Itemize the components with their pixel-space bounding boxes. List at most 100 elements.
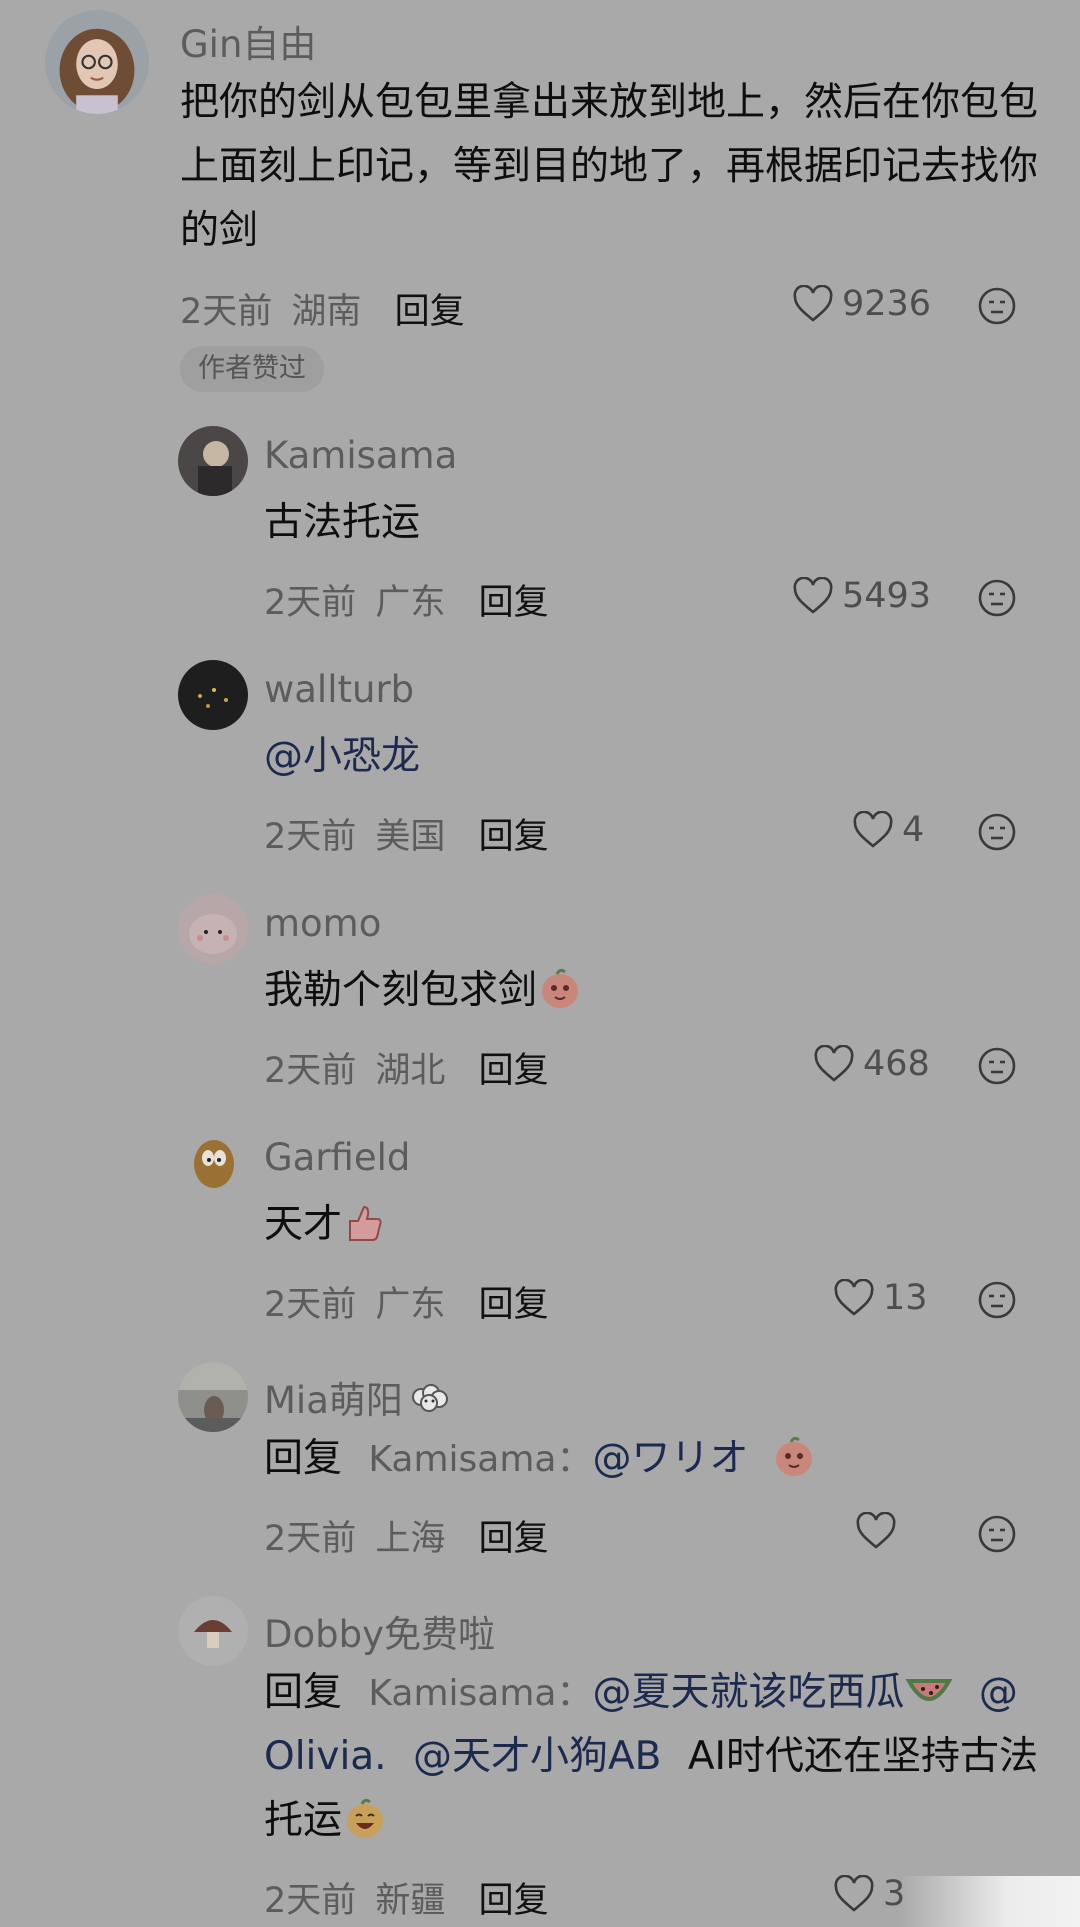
comment-text: 我勒个刻包求剑 [264, 968, 538, 1013]
meh-face-icon [978, 287, 1016, 325]
like-count: 468 [863, 1044, 930, 1084]
meh-face-icon [978, 1515, 1016, 1553]
comment-text-row: 回复 Kamisama：@夏天就该吃西瓜 @ [264, 1661, 1018, 1726]
comment-text: 把你的剑从包包里拿出来放到地上，然后在你包包上面刻上印记，等到目的地了，再根据印… [180, 80, 1039, 253]
timestamp: 2天前 [264, 583, 357, 623]
avatar[interactable] [45, 10, 149, 114]
like-count: 9236 [842, 284, 932, 324]
location: 广东 [375, 583, 446, 623]
like-button[interactable]: 468 [813, 1044, 930, 1084]
author-liked-badge: 作者赞过 [180, 346, 324, 392]
reply-button[interactable]: 回复 [479, 1881, 549, 1921]
mention-link[interactable]: @天才小狗AB [413, 1734, 661, 1779]
reply-target[interactable]: Kamisama： [368, 1439, 592, 1480]
location: 美国 [375, 817, 446, 857]
comment-text-row: 我勒个刻包求剑 [264, 959, 583, 1023]
meh-face-icon [978, 579, 1016, 617]
location: 上海 [375, 1519, 446, 1559]
reply-prefix: 回复 [264, 1436, 343, 1481]
location: 广东 [375, 1285, 446, 1325]
timestamp: 2天前 [180, 292, 273, 332]
comment-meta: 2天前 广东 回复 [264, 1276, 549, 1327]
thumbs-up-emoji-icon [349, 1205, 382, 1241]
comment-meta: 2天前 新疆 回复 [264, 1872, 549, 1923]
timestamp: 2天前 [264, 817, 357, 857]
peach-emoji-icon [542, 968, 579, 1008]
dislike-button[interactable] [977, 1514, 1017, 1554]
dislike-button[interactable] [977, 812, 1017, 852]
comment-text: 古法托运 [264, 500, 421, 545]
like-button[interactable] [855, 1512, 905, 1550]
comment-text: AI时代还在坚持古法 [687, 1734, 1039, 1779]
heart-outline-icon [856, 1512, 896, 1549]
avatar[interactable] [178, 894, 248, 964]
meh-face-icon [978, 1047, 1016, 1085]
like-button[interactable]: 5493 [792, 576, 931, 616]
username-text: Mia萌阳 [264, 1379, 403, 1422]
username[interactable]: Gin自由 [180, 14, 316, 68]
comment-meta: 2天前 湖北 回复 [264, 1042, 549, 1093]
reply-button[interactable]: 回复 [395, 292, 465, 332]
username[interactable]: Kamisama [264, 434, 457, 477]
timestamp: 2天前 [264, 1285, 357, 1325]
username[interactable]: momo [264, 902, 381, 945]
reply-prefix: 回复 [264, 1670, 343, 1715]
like-button[interactable]: 13 [833, 1278, 928, 1318]
comment-meta: 2天前 广东 回复 [264, 574, 549, 625]
comment-text-row: 回复 Kamisama：@ワリオ [264, 1427, 817, 1492]
avatar[interactable] [178, 660, 248, 730]
timestamp: 2天前 [264, 1519, 357, 1559]
avatar[interactable] [178, 1596, 248, 1666]
avatar[interactable] [178, 426, 248, 496]
avatar[interactable] [178, 1362, 248, 1432]
like-count: 5493 [842, 576, 932, 616]
reply-button[interactable]: 回复 [479, 1051, 549, 1091]
timestamp: 2天前 [264, 1881, 357, 1921]
username[interactable]: Mia萌阳 [264, 1370, 453, 1424]
reply-button[interactable]: 回复 [479, 817, 549, 857]
location: 新疆 [375, 1881, 446, 1921]
heart-outline-icon [793, 577, 833, 614]
username[interactable]: Dobby免费啦 [264, 1604, 495, 1658]
like-button[interactable]: 9236 [792, 284, 931, 324]
mention-link[interactable]: @ [979, 1670, 1018, 1715]
reply-button[interactable]: 回复 [479, 583, 549, 623]
mention-link[interactable]: Olivia. [264, 1734, 387, 1779]
comment-text: 托运 [264, 1798, 343, 1843]
comment-text-row: 天才 [264, 1193, 386, 1257]
comment-text-row-3: 托运 [264, 1789, 388, 1853]
like-button[interactable]: 3 [833, 1874, 905, 1914]
like-count: 4 [902, 810, 925, 850]
bottom-fade-overlay [900, 1876, 1080, 1927]
reply-target[interactable]: Kamisama： [368, 1673, 592, 1714]
location: 湖北 [375, 1051, 446, 1091]
heart-outline-icon [853, 811, 893, 848]
reply-button[interactable]: 回复 [479, 1285, 549, 1325]
dislike-button[interactable] [977, 1280, 1017, 1320]
dislike-button[interactable] [977, 286, 1017, 326]
mention-link[interactable]: @ワリオ [592, 1436, 748, 1481]
comment-meta: 2天前 湖南 回复 [180, 283, 465, 334]
meh-face-icon [978, 1281, 1016, 1319]
username[interactable]: wallturb [264, 668, 414, 711]
dislike-button[interactable] [977, 578, 1017, 618]
timestamp: 2天前 [264, 1051, 357, 1091]
comment-meta: 2天前 上海 回复 [264, 1510, 549, 1561]
heart-outline-icon [834, 1875, 874, 1912]
reply-button[interactable]: 回复 [479, 1519, 549, 1559]
watermelon-emoji-icon [905, 1679, 952, 1701]
like-button[interactable]: 4 [852, 810, 924, 850]
mention-link[interactable]: @夏天就该吃西瓜 [592, 1670, 904, 1715]
location: 湖南 [291, 292, 362, 332]
username[interactable]: Garfield [264, 1136, 410, 1179]
sheep-icon [411, 1384, 448, 1412]
like-count: 13 [883, 1278, 928, 1318]
meh-face-icon [978, 813, 1016, 851]
avatar[interactable] [178, 1128, 248, 1198]
grinning-peach-emoji-icon [347, 1798, 384, 1838]
peach-emoji-icon [775, 1436, 812, 1476]
dislike-button[interactable] [977, 1046, 1017, 1086]
heart-outline-icon [834, 1279, 874, 1316]
mention-link[interactable]: @小恐龙 [264, 725, 420, 789]
comment-meta: 2天前 美国 回复 [264, 808, 549, 859]
